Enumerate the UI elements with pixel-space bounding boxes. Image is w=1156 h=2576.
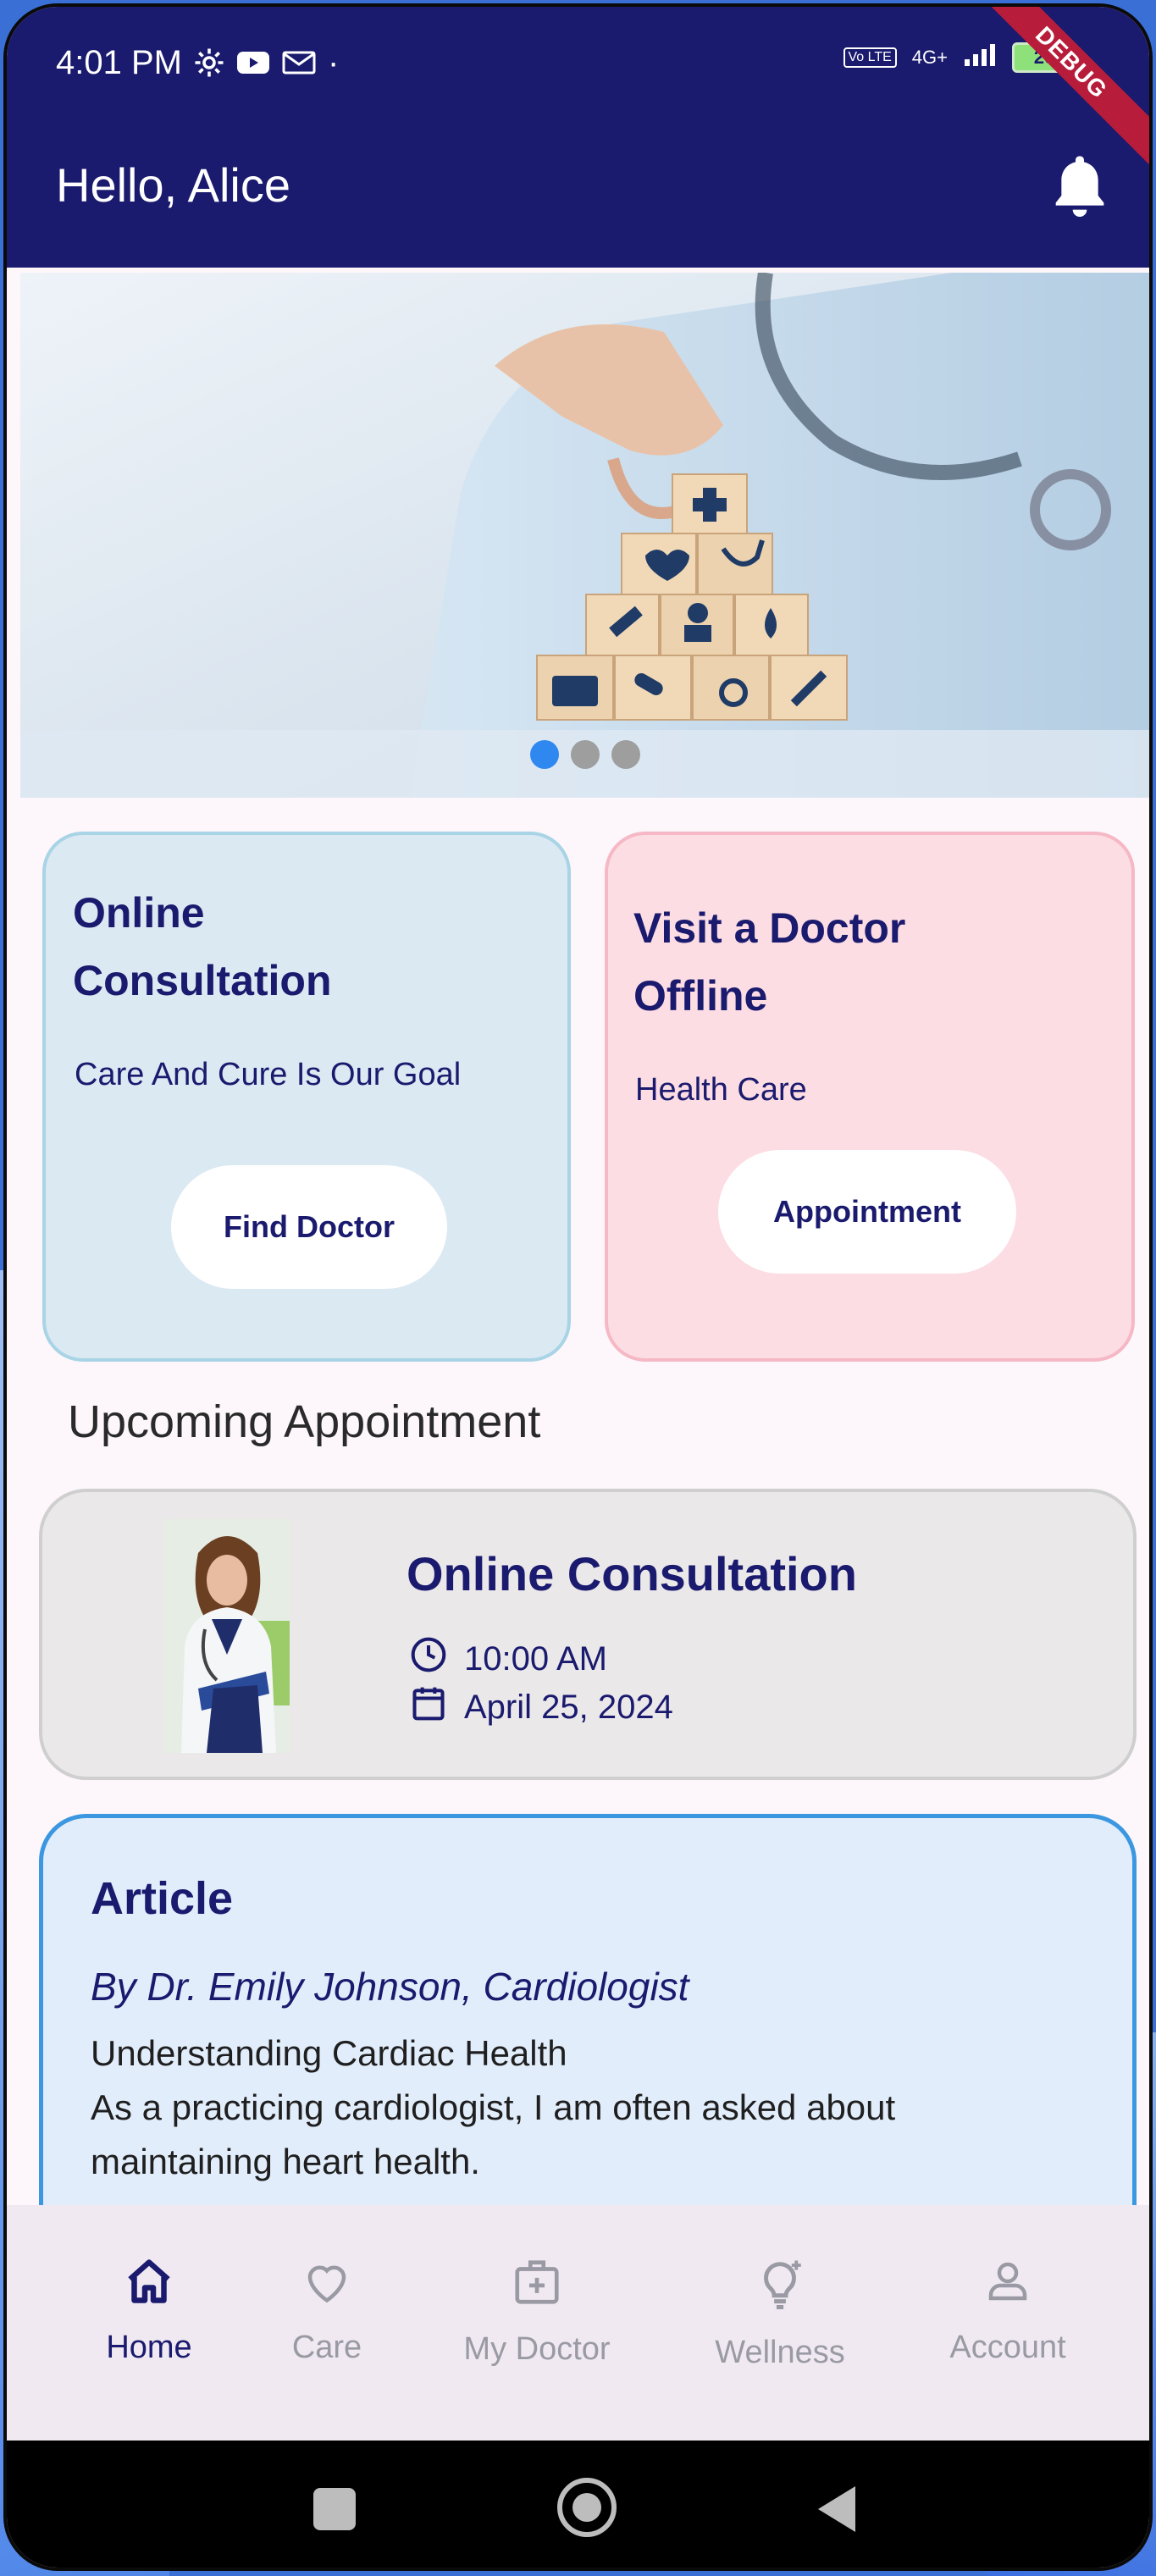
bottom-navigation: Home Care My Doctor Wellness Account: [7, 2205, 1149, 2441]
online-card-subtitle: Care And Cure Is Our Goal: [75, 1057, 462, 1092]
bell-icon[interactable]: [1046, 149, 1114, 229]
calendar-icon: [410, 1683, 447, 1731]
nav-care[interactable]: Care: [225, 2256, 429, 2366]
nav-account-label: Account: [949, 2330, 1066, 2365]
signal-icon: [963, 42, 997, 73]
appointment-button[interactable]: Appointment: [718, 1150, 1016, 1274]
nav-my-doctor-label: My Doctor: [463, 2331, 611, 2367]
article-title: Understanding Cardiac Health: [91, 2033, 567, 2073]
home-icon: [124, 2256, 174, 2311]
greeting-title: Hello, Alice: [56, 158, 291, 212]
upcoming-appointment-heading: Upcoming Appointment: [68, 1396, 541, 1447]
nav-home-label: Home: [106, 2330, 192, 2365]
back-button[interactable]: [816, 2485, 857, 2538]
system-navigation-bar: [7, 2441, 1149, 2568]
medical-kit-icon: [511, 2256, 563, 2313]
find-doctor-button[interactable]: Find Doctor: [171, 1165, 447, 1289]
online-card-title: Online Consultation: [73, 889, 332, 1004]
article-excerpt-line-2: maintaining heart health.: [91, 2142, 480, 2181]
appointment-title: Online Consultation: [407, 1547, 857, 1600]
network-type: 4G+: [911, 47, 948, 68]
recents-button[interactable]: [313, 2488, 356, 2530]
carousel-dot-2[interactable]: [571, 740, 600, 769]
youtube-icon: [236, 49, 270, 76]
volte-indicator: Vo LTE: [843, 47, 897, 68]
lightbulb-icon: [752, 2256, 808, 2316]
status-time: 4:01 PM: [56, 43, 182, 81]
doctor-blocks-illustration: [20, 273, 1149, 798]
debug-banner: DEBUG: [969, 7, 1149, 165]
nav-wellness[interactable]: Wellness: [678, 2256, 882, 2371]
settings-icon: [194, 47, 224, 78]
article-heading: Article: [91, 1873, 234, 1924]
article-excerpt-line-1: As a practicing cardiologist, I am often…: [91, 2087, 896, 2127]
clock-icon: [410, 1636, 447, 1682]
appointment-date-row: April 25, 2024: [410, 1683, 673, 1731]
nav-my-doctor[interactable]: My Doctor: [435, 2256, 639, 2368]
phone-frame: 4:01 PM · Vo LTE 4G+ 26: [3, 3, 1153, 2571]
nav-wellness-label: Wellness: [715, 2335, 845, 2370]
status-dot: ·: [327, 43, 340, 81]
gmail-icon: [282, 49, 316, 76]
online-consultation-card[interactable]: Online Consultation Care And Cure Is Our…: [42, 832, 571, 1362]
upcoming-appointment-card[interactable]: Online Consultation 10:00 AM April 25, 2…: [39, 1489, 1137, 1780]
doctor-avatar: [164, 1519, 290, 1753]
app-bar: 4:01 PM · Vo LTE 4G+ 26: [7, 7, 1149, 268]
hero-carousel[interactable]: [20, 273, 1149, 798]
appointment-time: 10:00 AM: [464, 1639, 608, 1678]
status-bar-left: 4:01 PM ·: [56, 39, 339, 86]
appointment-date: April 25, 2024: [464, 1688, 673, 1726]
carousel-indicator: [530, 740, 640, 769]
app-screen: 4:01 PM · Vo LTE 4G+ 26: [7, 7, 1149, 2568]
carousel-dot-1[interactable]: [530, 740, 559, 769]
nav-account[interactable]: Account: [906, 2256, 1109, 2366]
offline-card-subtitle: Health Care: [635, 1072, 807, 1108]
person-icon: [982, 2256, 1033, 2311]
offline-card-title: Visit a Doctor Offline: [633, 904, 906, 1020]
carousel-dot-3[interactable]: [611, 740, 640, 769]
nav-care-label: Care: [291, 2330, 362, 2365]
appointment-time-row: 10:00 AM: [410, 1636, 607, 1682]
visit-doctor-offline-card[interactable]: Visit a Doctor Offline Health Care Appoi…: [605, 832, 1135, 1362]
home-system-button[interactable]: [557, 2478, 617, 2537]
article-author: By Dr. Emily Johnson, Cardiologist: [91, 1965, 689, 2009]
nav-home[interactable]: Home: [47, 2256, 251, 2366]
heart-icon: [301, 2256, 353, 2311]
